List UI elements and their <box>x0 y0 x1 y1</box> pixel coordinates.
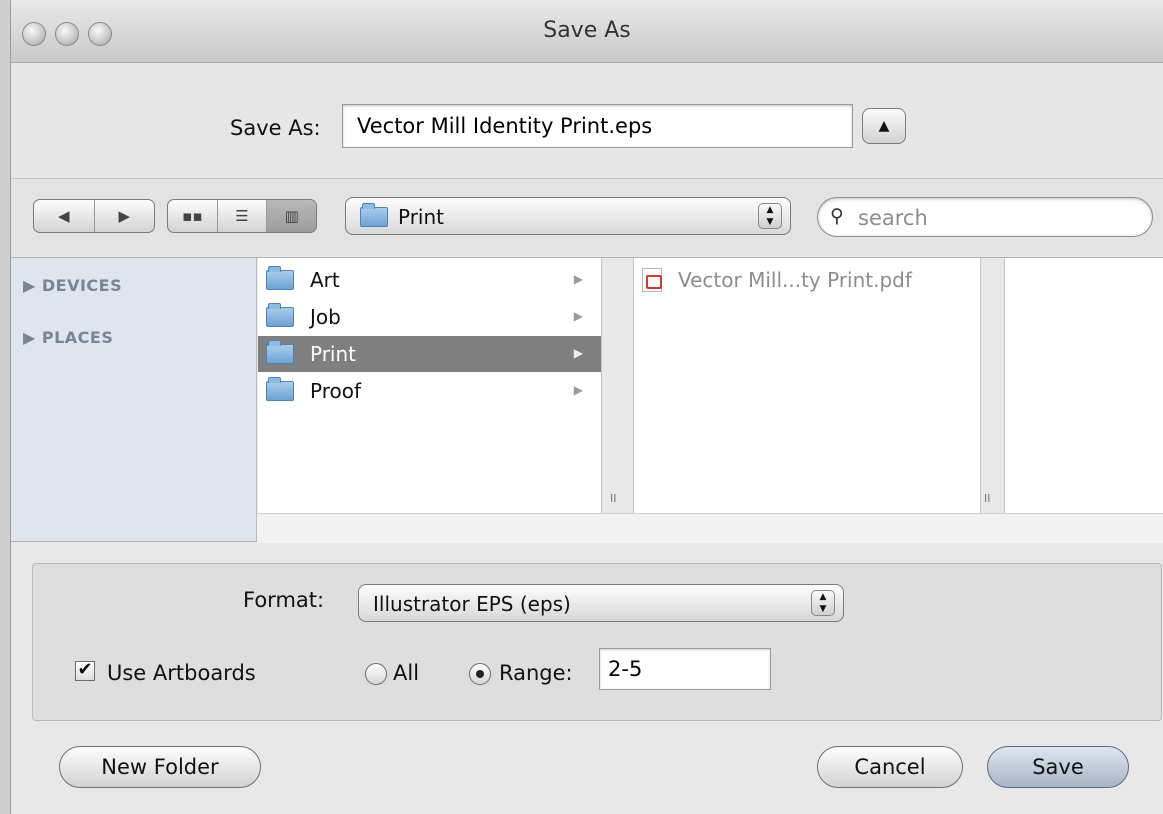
folder-row-proof[interactable]: Proof ▶ <box>258 373 601 409</box>
icon-view-button[interactable]: ▪▪ <box>168 200 218 232</box>
list-view-button[interactable]: ☰ <box>218 200 268 232</box>
new-folder-button[interactable]: New Folder <box>59 746 261 788</box>
folder-label: Job <box>310 305 341 329</box>
column-view-icon: ▥ <box>284 207 299 225</box>
save-button[interactable]: Save <box>987 746 1129 788</box>
folder-label: Proof <box>310 379 362 403</box>
back-button[interactable]: ◀ <box>34 200 95 232</box>
back-arrow-icon: ◀ <box>57 207 70 225</box>
format-label: Format: <box>243 588 325 612</box>
list-view-icon: ☰ <box>235 207 249 225</box>
disclosure-arrow-icon: ▶ <box>573 383 583 397</box>
format-value: Illustrator EPS (eps) <box>373 592 571 616</box>
format-options-panel: Format: Illustrator EPS (eps) ▲ ▼ ✔ Use A… <box>32 563 1162 721</box>
column-1: Art ▶ Job ▶ Print ▶ Proof ▶ II <box>258 258 617 513</box>
disclosure-arrow-icon: ▶ <box>573 346 583 360</box>
column-2: Vector Mill...ty Print.pdf II <box>633 258 991 513</box>
folder-icon <box>266 340 294 364</box>
save-as-dialog: Save As Save As: ▲ ◀ ▶ ▪▪ ☰ ▥ Print ▲▼ ⚲… <box>10 0 1163 814</box>
column-3 <box>1004 258 1163 513</box>
folder-icon <box>266 303 294 327</box>
sidebar-section-devices[interactable]: ▶ DEVICES <box>23 276 122 295</box>
title-bar: Save As <box>11 0 1163 63</box>
folder-row-job[interactable]: Job ▶ <box>258 299 601 335</box>
column-view-button[interactable]: ▥ <box>267 200 316 232</box>
sidebar-section-places[interactable]: ▶ PLACES <box>23 328 113 347</box>
folder-label: Print <box>310 342 357 366</box>
view-mode-buttons: ▪▪ ☰ ▥ <box>167 199 317 233</box>
folder-row-print[interactable]: Print ▶ <box>258 336 601 372</box>
checkmark-icon: ✔ <box>77 659 93 680</box>
range-input[interactable] <box>599 648 771 690</box>
folder-label: Art <box>310 268 340 292</box>
use-artboards-checkbox[interactable]: ✔ <box>75 661 95 681</box>
range-radio[interactable] <box>469 663 491 685</box>
folder-row-art[interactable]: Art ▶ <box>258 262 601 298</box>
browser-toolbar: ◀ ▶ ▪▪ ☰ ▥ Print ▲ ▼ ⚲ search <box>11 178 1163 256</box>
range-radio-label: Range: <box>499 661 573 685</box>
sidebar: ▶ DEVICES ▶ PLACES <box>11 258 257 541</box>
collapse-browser-button[interactable]: ▲ <box>862 108 906 144</box>
search-field[interactable]: ⚲ search <box>817 197 1153 237</box>
search-placeholder: search <box>858 206 928 230</box>
cancel-button[interactable]: Cancel <box>817 746 963 788</box>
location-label: Print <box>398 205 445 229</box>
folder-icon <box>360 203 388 227</box>
save-as-row: Save As: ▲ <box>11 64 1163 177</box>
use-artboards-label: Use Artboards <box>107 661 256 685</box>
forward-button[interactable]: ▶ <box>95 200 155 232</box>
format-popup[interactable]: Illustrator EPS (eps) ▲ ▼ <box>358 584 844 622</box>
popup-arrows-icon: ▲ ▼ <box>811 590 835 616</box>
file-row-pdf[interactable]: Vector Mill...ty Print.pdf <box>634 262 980 298</box>
folder-icon <box>266 377 294 401</box>
pdf-file-icon <box>642 268 662 292</box>
column-resize-handle[interactable]: II <box>984 492 991 505</box>
filename-input[interactable] <box>342 104 853 148</box>
icon-view-icon: ▪▪ <box>182 207 203 225</box>
column-resize-handle[interactable]: II <box>610 492 617 505</box>
file-browser: ▶ DEVICES ▶ PLACES Art ▶ Job ▶ Print ▶ P… <box>11 257 1163 543</box>
back-forward-buttons: ◀ ▶ <box>33 199 155 233</box>
location-popup[interactable]: Print ▲ ▼ <box>345 197 791 235</box>
file-label: Vector Mill...ty Print.pdf <box>678 268 912 292</box>
folder-icon <box>266 266 294 290</box>
horizontal-scrollbar[interactable] <box>257 513 1163 543</box>
disclosure-arrow-icon: ▶ <box>573 272 583 286</box>
window-title: Save As <box>543 18 631 43</box>
popup-arrows-icon: ▲ ▼ <box>758 203 782 229</box>
disclosure-arrow-icon: ▶ <box>573 309 583 323</box>
triangle-up-icon: ▲ <box>878 118 890 134</box>
save-as-label: Save As: <box>230 116 321 140</box>
forward-arrow-icon: ▶ <box>118 207 131 225</box>
all-radio-label: All <box>393 661 420 685</box>
magnifier-icon: ⚲ <box>830 205 844 227</box>
all-radio[interactable] <box>365 663 387 685</box>
